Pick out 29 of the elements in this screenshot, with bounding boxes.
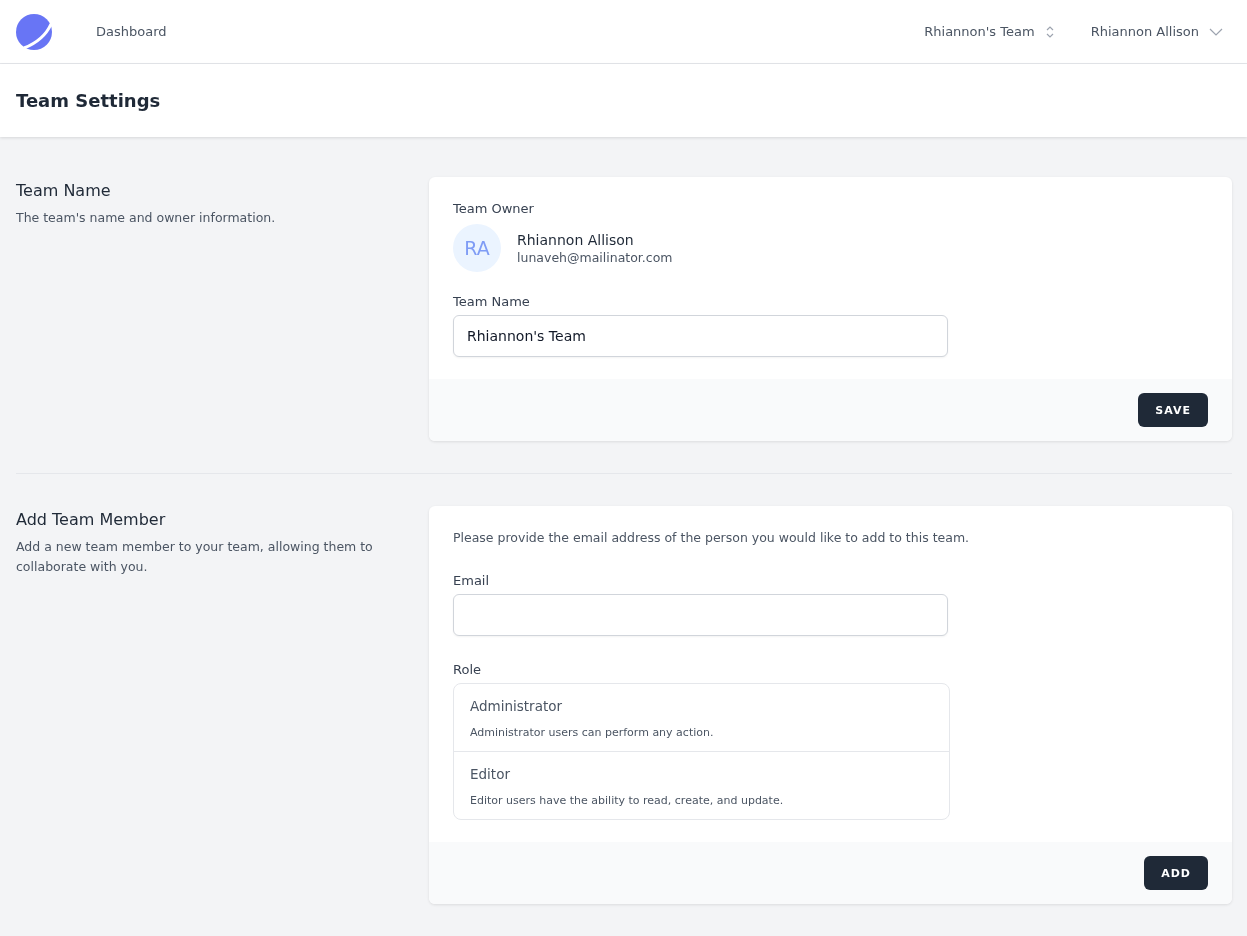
page-title: Team Settings [16, 90, 161, 111]
save-button[interactable]: SAVE [1138, 393, 1208, 427]
section-description: Add a new team member to your team, allowing them to collaborate with you. [16, 538, 374, 576]
team-switcher[interactable]: Rhiannon's Team [924, 24, 1055, 39]
logo-icon[interactable] [16, 13, 52, 50]
intro-text: Please provide the email address of the person you would like to add to this team. [453, 530, 971, 545]
role-description: Editor users have the ability to read, create, and update. [470, 794, 785, 807]
nav-link[interactable]: Dashboard [96, 24, 167, 39]
team-name-field[interactable]: Rhiannon's Team [453, 315, 948, 357]
field-label: Email [453, 573, 491, 588]
role-option[interactable]: Administrator Administrator users can perform any action. [454, 684, 949, 751]
updown-chevron-icon [1044, 24, 1055, 39]
field-label: Role [453, 662, 482, 677]
field-label: Team Owner [453, 201, 535, 216]
user-menu[interactable]: Rhiannon Allison [1090, 24, 1223, 39]
email-field[interactable] [453, 594, 948, 636]
owner-name: Rhiannon Allison [517, 231, 635, 248]
add-button[interactable]: ADD [1144, 856, 1208, 890]
section-title: Team Name [16, 181, 112, 200]
owner-email: lunaveh@mailinator.com [517, 249, 673, 265]
chevron-down-icon [1209, 27, 1223, 36]
section-description: The team's name and owner information. [16, 209, 277, 227]
role-name: Administrator [470, 698, 563, 714]
section-title: Add Team Member [16, 510, 167, 529]
role-description: Administrator users can perform any action. [470, 726, 715, 739]
role-option[interactable]: Editor Editor users have the ability to read, create, and update. [454, 751, 949, 819]
avatar: RA [453, 224, 501, 272]
field-label: Team Name [453, 294, 531, 309]
role-name: Editor [470, 766, 510, 782]
